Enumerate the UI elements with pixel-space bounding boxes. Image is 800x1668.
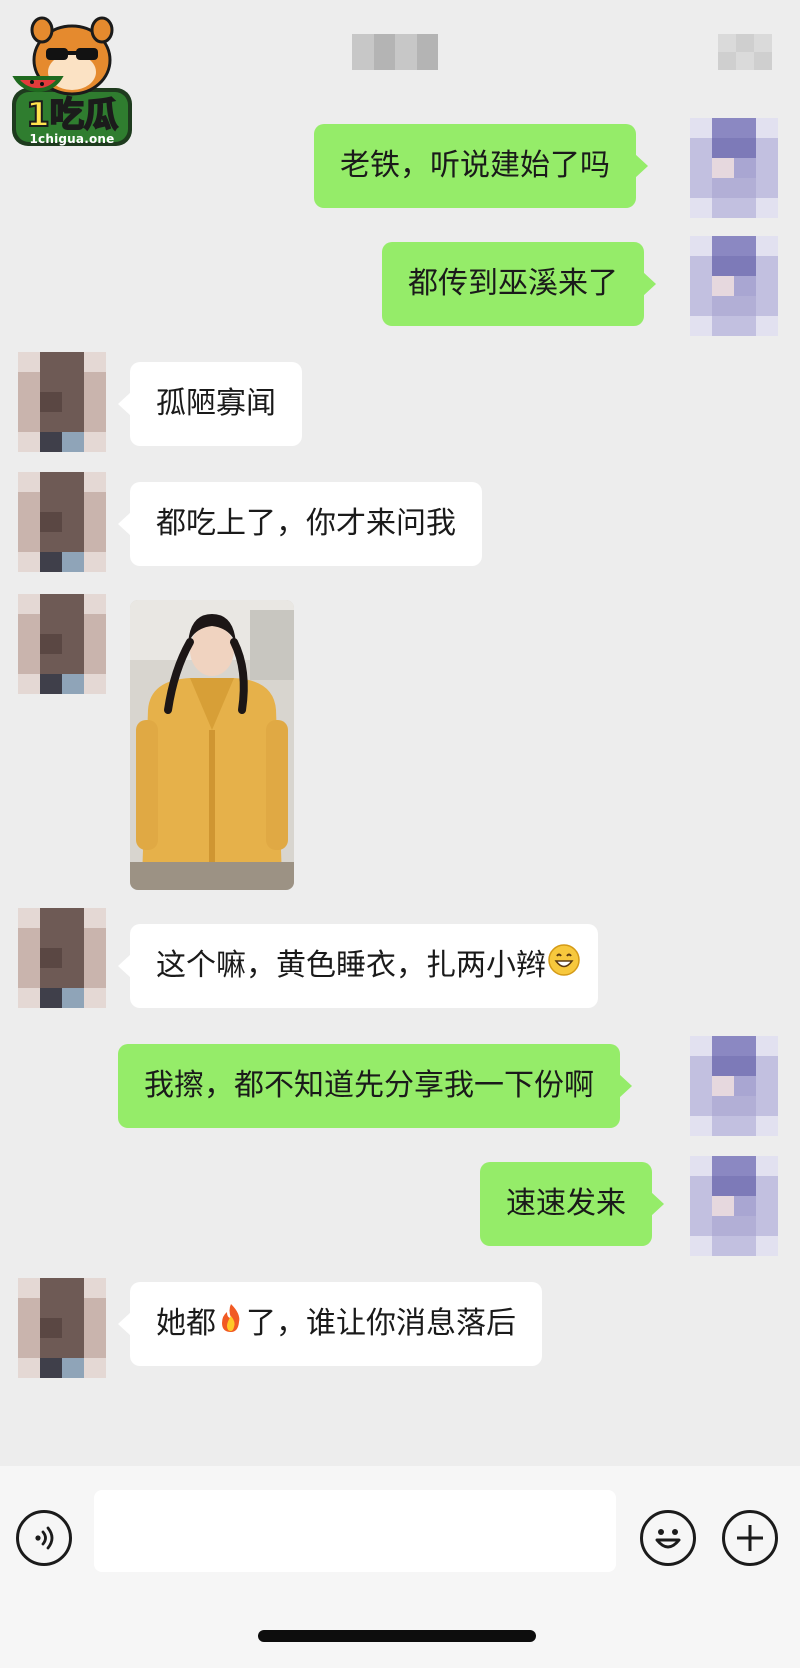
message-bubble-self[interactable]: 我擦，都不知道先分享我一下份啊 (118, 1044, 632, 1128)
contact-avatar[interactable] (18, 594, 106, 694)
svg-text:1吃瓜: 1吃瓜 (26, 95, 118, 135)
message-bubble-other[interactable]: 孤陋寡闻 (118, 362, 302, 446)
message-bubble-other[interactable]: 这个嘛，黄色睡衣，扎两小辫 (118, 924, 598, 1009)
message-bubble-self[interactable]: 速速发来 (480, 1162, 664, 1246)
grin-emoji (548, 925, 580, 1009)
chat-screen: 1吃瓜 1chigua.one 老铁，听说建始了吗 都传到巫溪来了 孤陋寡闻 都… (0, 0, 800, 1668)
emoji-icon[interactable] (640, 1510, 696, 1566)
chat-input-bar (0, 1466, 800, 1668)
photo-image (130, 600, 294, 890)
message-text: 这个嘛，黄色睡衣，扎两小辫 (156, 948, 546, 983)
message-input[interactable] (94, 1490, 616, 1572)
chat-title-pixelated (352, 34, 438, 70)
contact-avatar[interactable] (18, 908, 106, 1008)
self-avatar[interactable] (690, 1036, 778, 1136)
watermark-logo: 1吃瓜 1chigua.one (8, 8, 136, 156)
photo-thumbnail[interactable] (130, 600, 294, 890)
message-text-after: 了，谁让你消息落后 (246, 1306, 516, 1341)
plus-icon[interactable] (722, 1510, 778, 1566)
watermark-domain: 1chigua.one (29, 132, 115, 146)
message-text-before: 她都 (156, 1306, 216, 1341)
fire-emoji (217, 1283, 245, 1367)
contact-avatar[interactable] (18, 472, 106, 572)
message-bubble-self[interactable]: 老铁，听说建始了吗 (314, 124, 648, 208)
self-avatar[interactable] (690, 236, 778, 336)
contact-avatar[interactable] (18, 1278, 106, 1378)
self-avatar[interactable] (690, 118, 778, 218)
contact-avatar[interactable] (18, 352, 106, 452)
self-avatar[interactable] (690, 1156, 778, 1256)
message-bubble-self[interactable]: 都传到巫溪来了 (382, 242, 656, 326)
more-icon[interactable] (718, 34, 772, 70)
message-bubble-other[interactable]: 她都 了，谁让你消息落后 (118, 1282, 542, 1367)
home-indicator[interactable] (258, 1630, 536, 1642)
message-bubble-other[interactable]: 都吃上了，你才来问我 (118, 482, 482, 566)
voice-icon[interactable] (16, 1510, 72, 1566)
